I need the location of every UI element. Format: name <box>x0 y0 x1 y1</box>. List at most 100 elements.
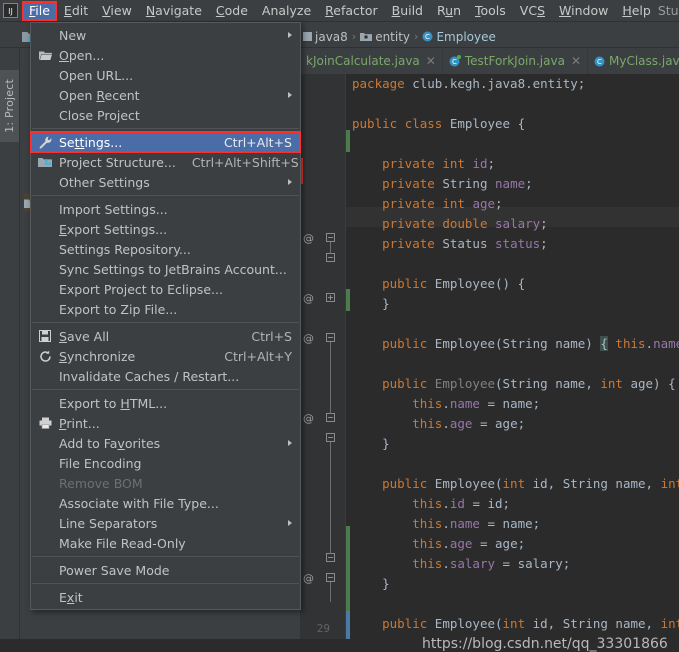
file-menu-item-close-project[interactable]: Close Project <box>31 105 300 125</box>
breadcrumb-label: java8 <box>315 29 348 44</box>
code-fold-collapse-icon[interactable]: − <box>326 333 335 342</box>
source-code[interactable]: package club.kegh.java8.entity; public c… <box>352 74 679 634</box>
menu-analyze[interactable]: Analyze <box>255 1 318 21</box>
file-menu-item-exit[interactable]: Exit <box>31 587 300 607</box>
annotation-marker-icon[interactable]: @ <box>303 333 314 345</box>
menu-file[interactable]: File <box>22 0 57 21</box>
menu-item-label: Open Recent <box>59 87 140 103</box>
fold-region-line <box>330 242 331 254</box>
menu-edit[interactable]: Edit <box>57 1 95 21</box>
close-icon[interactable]: ✕ <box>426 54 436 68</box>
menu-view[interactable]: View <box>95 1 139 21</box>
fold-region-line <box>330 342 331 414</box>
editor-tab-kjoincalculate-java[interactable]: kJoinCalculate.java ✕ <box>300 48 443 74</box>
file-menu-item-invalidate-caches-restart[interactable]: Invalidate Caches / Restart... <box>31 366 300 386</box>
tool-window-button-project[interactable]: 1: Project <box>0 70 19 142</box>
menu-navigate[interactable]: Navigate <box>139 1 209 21</box>
vcs-change-marker <box>346 289 350 311</box>
menu-code[interactable]: Code <box>209 1 255 21</box>
annotation-marker-icon[interactable]: @ <box>303 293 314 305</box>
menu-item-label: Export to Zip File... <box>59 301 178 317</box>
folder-open-icon <box>38 48 52 62</box>
editor-tab-label: kJoinCalculate.java <box>306 54 420 68</box>
file-menu-item-export-to-html[interactable]: Export to HTML... <box>31 393 300 413</box>
menu-build[interactable]: Build <box>385 1 430 21</box>
menu-bar-items: File Edit View Navigate Code Analyze Refactor B… <box>22 0 658 21</box>
submenu-arrow-icon <box>288 179 292 185</box>
breadcrumb-item-java8[interactable]: java8 <box>303 30 348 44</box>
code-line: this.name = name; <box>412 516 541 531</box>
menu-item-label: Open... <box>59 47 105 63</box>
breadcrumb-item-employee[interactable]: C Employee <box>422 29 496 44</box>
menu-item-label: File Encoding <box>59 455 142 471</box>
file-menu-item-sync-settings-to-jetbrains-account[interactable]: Sync Settings to JetBrains Account... <box>31 259 300 279</box>
svg-text:C: C <box>425 33 430 41</box>
code-fold-collapse-icon[interactable]: − <box>326 233 335 242</box>
file-menu-item-file-encoding[interactable]: File Encoding <box>31 453 300 473</box>
file-menu-item-export-project-to-eclipse[interactable]: Export Project to Eclipse... <box>31 279 300 299</box>
code-line: public Employee(int id, String name, int… <box>382 476 679 491</box>
annotation-marker-icon[interactable]: @ <box>303 413 314 425</box>
annotation-marker-icon[interactable]: @ <box>303 573 314 585</box>
file-menu-item-export-to-zip-file[interactable]: Export to Zip File... <box>31 299 300 319</box>
file-menu-items: New Open... Open URL... Open Recent Close Pr… <box>30 25 301 607</box>
tool-window-stripe-left: 1: Project <box>0 48 20 639</box>
code-fold-end-icon[interactable]: − <box>326 413 335 422</box>
code-editor[interactable]: @ @ @ @ @ − − + − − − − − 29 30 package … <box>300 74 679 639</box>
file-menu-item-associate-with-file-type[interactable]: Associate with File Type... <box>31 493 300 513</box>
file-menu-item-add-to-favorites[interactable]: Add to Favorites <box>31 433 300 453</box>
file-menu-item-open-url[interactable]: Open URL... <box>31 65 300 85</box>
menu-item-label: Print... <box>59 415 100 431</box>
breadcrumb-item-entity[interactable]: entity <box>360 30 410 44</box>
editor-tab-testforkjoin-java[interactable]: C TestForkJoin.java ✕ <box>443 48 589 74</box>
menu-refactor[interactable]: Refactor <box>318 1 384 21</box>
file-menu-item-open[interactable]: Open... <box>31 45 300 65</box>
menu-tools[interactable]: Tools <box>468 1 513 21</box>
file-menu-dropdown[interactable]: New Open... Open URL... Open Recent Close Pr… <box>30 22 301 610</box>
file-menu-item-synchronize[interactable]: Synchronize Ctrl+Alt+Y <box>31 346 300 366</box>
submenu-arrow-icon <box>288 32 292 38</box>
file-menu-item-line-separators[interactable]: Line Separators <box>31 513 300 533</box>
code-line: public Employee(String name, int age) { <box>382 376 676 391</box>
menu-run[interactable]: Run <box>430 1 468 21</box>
menu-item-label: Project Structure... <box>59 154 176 170</box>
file-menu-item-save-all[interactable]: Save All Ctrl+S <box>31 326 300 346</box>
vcs-change-marker <box>346 611 350 639</box>
breadcrumb-label: Employee <box>436 29 496 44</box>
file-menu-item-open-recent[interactable]: Open Recent <box>31 85 300 105</box>
menu-item-label: Exit <box>59 589 83 605</box>
file-menu-item-new[interactable]: New <box>31 25 300 45</box>
menu-window[interactable]: Window <box>552 1 615 21</box>
code-fold-expand-icon[interactable]: + <box>326 293 335 302</box>
file-menu-item-project-structure[interactable]: Project Structure... Ctrl+Alt+Shift+S <box>31 152 300 172</box>
menu-help[interactable]: Help <box>615 1 658 21</box>
file-menu-item-settings-repository[interactable]: Settings Repository... <box>31 239 300 259</box>
file-menu-item-export-settings[interactable]: Export Settings... <box>31 219 300 239</box>
code-fold-collapse-icon[interactable]: − <box>326 433 335 442</box>
file-menu-item-print[interactable]: Print... <box>31 413 300 433</box>
code-fold-end-icon[interactable]: − <box>326 253 335 262</box>
code-line: this.id = id; <box>412 496 511 511</box>
menu-separator <box>32 556 299 557</box>
editor-tab-myclass-java[interactable]: C MyClass.java <box>588 48 679 74</box>
menu-vcs[interactable]: VCS <box>513 1 552 21</box>
annotation-marker-icon[interactable]: @ <box>303 233 314 245</box>
file-menu-item-settings[interactable]: Settings... Ctrl+Alt+S <box>30 131 301 153</box>
project-structure-icon <box>38 155 52 169</box>
file-menu-item-other-settings[interactable]: Other Settings <box>31 172 300 192</box>
code-fold-end-icon[interactable]: − <box>326 553 335 562</box>
editor-gutter[interactable] <box>300 74 346 639</box>
file-menu-item-power-save-mode[interactable]: Power Save Mode <box>31 560 300 580</box>
code-line: private int age; <box>382 196 503 211</box>
file-menu-item-import-settings[interactable]: Import Settings... <box>31 199 300 219</box>
close-icon[interactable]: ✕ <box>571 54 581 68</box>
code-fold-collapse-icon[interactable]: − <box>326 573 335 582</box>
code-line: private String name; <box>382 176 533 191</box>
wrench-icon <box>38 135 52 149</box>
file-menu-item-make-file-read-only[interactable]: Make File Read-Only <box>31 533 300 553</box>
